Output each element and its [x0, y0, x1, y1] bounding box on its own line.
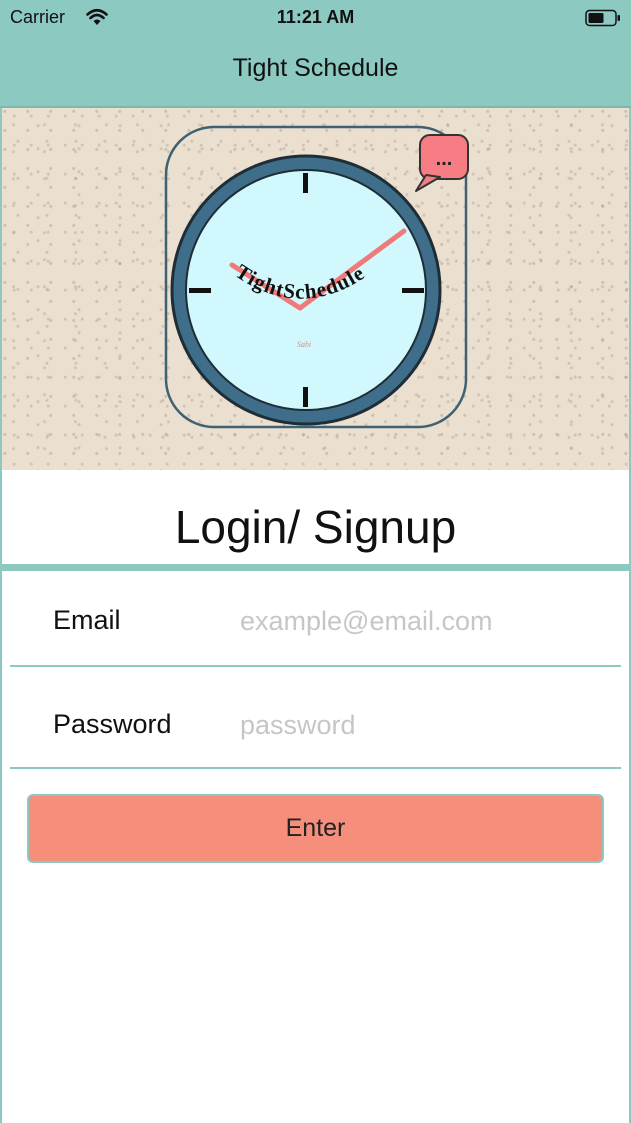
status-time: 11:21 AM	[276, 7, 355, 27]
email-row: Email	[10, 565, 621, 667]
login-card: Login/ Signup Email Password Enter	[2, 470, 629, 1123]
nav-title: Tight Schedule	[232, 54, 399, 82]
email-label: Email	[53, 605, 121, 635]
password-label: Password	[53, 709, 172, 739]
logo-banner: ... TightSchedule Sabi	[2, 108, 629, 470]
speech-bubble-text: ...	[436, 148, 453, 170]
logo-signature: Sabi	[297, 340, 311, 349]
app-screen: Carrier 11:21 AM Tight Schedule ... Tigh…	[0, 0, 631, 1123]
page-title: Login/ Signup	[174, 501, 457, 553]
status-bar: Carrier 11:21 AM	[0, 0, 631, 36]
enter-button[interactable]: Enter	[27, 794, 604, 863]
password-row: Password	[10, 667, 621, 769]
speech-bubble-icon: ...	[415, 134, 469, 192]
email-field[interactable]	[240, 603, 610, 639]
clock-logo-icon: ... TightSchedule Sabi	[164, 125, 469, 429]
battery-icon	[585, 9, 620, 27]
password-field[interactable]	[240, 707, 610, 743]
